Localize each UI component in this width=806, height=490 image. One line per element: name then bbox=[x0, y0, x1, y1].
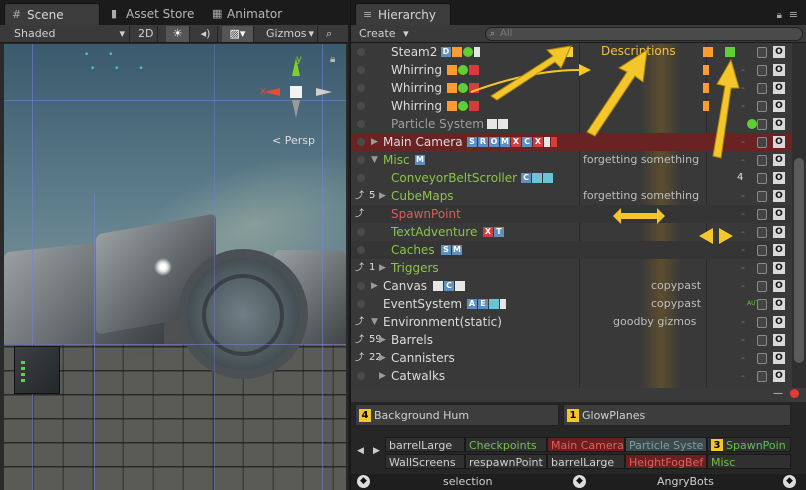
grid-line bbox=[94, 194, 95, 490]
scene-search[interactable]: ⌕ bbox=[322, 26, 348, 42]
scroll-left-icon[interactable]: ◀ bbox=[357, 446, 364, 456]
annotation-arrows bbox=[470, 45, 740, 244]
crate-light bbox=[21, 373, 25, 376]
unity-icon[interactable]: ◆ bbox=[783, 475, 796, 488]
bookmark-item[interactable]: WallScreens bbox=[385, 454, 465, 469]
tab-animator[interactable]: ▦ Animator bbox=[205, 3, 292, 25]
bookmark-label: SpawnPoin bbox=[726, 439, 786, 452]
bookmark-label: Background Hum bbox=[374, 409, 470, 422]
bookmark-glowplanes[interactable]: 1 GlowPlanes bbox=[563, 404, 791, 426]
hierarchy-panel: ≡ Hierarchy 🔒︎ ≡ Create ▾ ⌕ All Steam2 D… bbox=[350, 0, 806, 490]
scene-panel: # Scene ▮ Asset Store ▦ Animator Shaded … bbox=[0, 0, 348, 490]
dropdown-arrow-icon: ▾ bbox=[308, 27, 314, 40]
2d-toggle-label: 2D bbox=[138, 27, 154, 40]
gizmo-center[interactable] bbox=[290, 86, 302, 98]
x-axis-cone[interactable] bbox=[264, 88, 280, 96]
persp-label[interactable]: < Persp bbox=[272, 134, 315, 147]
crate-light bbox=[21, 361, 25, 364]
grid-line bbox=[214, 44, 215, 490]
scene-name-label[interactable]: AngryBots bbox=[657, 475, 714, 489]
sun-icon: ☀ bbox=[172, 27, 183, 40]
arrow-to-descriptions bbox=[586, 49, 648, 137]
scene-toolbar: Shaded ▾ 2D ☀ ◂) ▨▾ Gizmos ▾ ⌕ bbox=[0, 25, 348, 43]
bookmark-item[interactable]: Main Camera bbox=[547, 437, 625, 452]
grid-line bbox=[4, 344, 346, 345]
effects-dropdown[interactable]: ▨▾ bbox=[222, 26, 254, 42]
2d-toggle[interactable]: 2D bbox=[134, 26, 158, 42]
arrow-to-icons bbox=[490, 45, 572, 101]
bookmark-item[interactable]: barrelLarge bbox=[547, 454, 625, 469]
status-bar: ◆ selection ◆ AngryBots ◆ bbox=[351, 474, 806, 490]
tab-scene-label: Scene bbox=[27, 8, 64, 22]
minimize-icon[interactable]: — bbox=[773, 388, 783, 399]
image-icon: ▨▾ bbox=[229, 27, 246, 40]
camera-dots: • • • bbox=[90, 64, 152, 74]
grid-line bbox=[32, 44, 33, 490]
lighting-toggle[interactable]: ☀ bbox=[166, 26, 190, 42]
speaker-icon: ◂) bbox=[200, 27, 211, 40]
scene-viewport[interactable]: • • • • • y x 🔒︎ < Persp bbox=[4, 44, 346, 490]
bookmark-item-spawnpoint[interactable]: 3 SpawnPoin bbox=[707, 437, 791, 452]
crate-light bbox=[21, 379, 25, 382]
shading-label: Shaded bbox=[14, 27, 56, 40]
audio-toggle[interactable]: ◂) bbox=[194, 26, 218, 42]
bookmark-background-hum[interactable]: 4 Background Hum bbox=[355, 404, 559, 426]
light-gizmo-icon[interactable] bbox=[154, 258, 172, 276]
bookmark-item[interactable]: respawnPoint bbox=[465, 454, 547, 469]
axis-gizmo[interactable] bbox=[260, 56, 340, 128]
bookmark-count: 1 bbox=[567, 409, 579, 422]
bookmark-item[interactable]: Misc bbox=[707, 454, 791, 469]
persp-text: Persp bbox=[284, 134, 315, 147]
bookmarks-panel: — 4 Background Hum 1 GlowPlanes ◀ ▶ barr… bbox=[351, 388, 806, 490]
arrow-left-icon bbox=[699, 228, 713, 244]
bookmark-count: 4 bbox=[359, 409, 371, 422]
tab-scene[interactable]: # Scene bbox=[4, 3, 100, 25]
tab-animator-label: Animator bbox=[227, 7, 283, 21]
unity-icon[interactable]: ◆ bbox=[573, 475, 586, 488]
shading-dropdown[interactable]: Shaded ▾ bbox=[10, 26, 130, 42]
gizmos-dropdown[interactable]: Gizmos ▾ bbox=[262, 26, 318, 42]
tab-asset-store-label: Asset Store bbox=[126, 7, 195, 21]
bookmark-item[interactable]: Checkpoints bbox=[465, 437, 547, 452]
dropdown-arrow-icon: ▾ bbox=[119, 27, 125, 40]
bookmark-item[interactable]: HeightFogBef bbox=[625, 454, 707, 469]
persp-arrow-icon: < bbox=[272, 134, 282, 147]
bookmark-count: 3 bbox=[711, 439, 723, 451]
resize-arrow-icon bbox=[613, 208, 665, 224]
bookmarks-toolbar: — bbox=[351, 388, 806, 402]
arrow-head-right bbox=[579, 64, 591, 76]
lock-icon[interactable]: 🔒︎ bbox=[330, 54, 335, 65]
crate-light bbox=[21, 367, 25, 370]
tab-asset-store[interactable]: ▮ Asset Store bbox=[104, 3, 204, 25]
animator-icon: ▦ bbox=[212, 7, 223, 20]
axis-y-label: y bbox=[296, 54, 302, 65]
search-icon: ⌕ bbox=[326, 27, 333, 40]
bookmark-item[interactable]: Particle Syste bbox=[625, 437, 707, 452]
scene-icon: # bbox=[12, 8, 22, 21]
scroll-right-icon[interactable]: ▶ bbox=[373, 446, 380, 456]
neg-x-axis-cone[interactable] bbox=[316, 88, 332, 96]
record-icon[interactable] bbox=[790, 389, 799, 398]
arrow-to-tags bbox=[712, 58, 740, 159]
bookmark-label: GlowPlanes bbox=[582, 409, 646, 422]
crate bbox=[14, 346, 60, 394]
arrow-right-icon bbox=[719, 228, 733, 244]
scene-tab-bar: # Scene ▮ Asset Store ▦ Animator bbox=[0, 0, 348, 25]
camera-dots: • • bbox=[84, 50, 122, 60]
gizmos-label: Gizmos bbox=[266, 27, 307, 40]
unity-icon[interactable]: ◆ bbox=[357, 475, 370, 488]
neg-y-axis-cone[interactable] bbox=[292, 100, 300, 118]
selection-label[interactable]: selection bbox=[443, 475, 492, 489]
axis-x-label: x bbox=[260, 86, 266, 97]
bookmark-item[interactable]: barrelLarge bbox=[385, 437, 465, 452]
store-icon: ▮ bbox=[111, 7, 118, 20]
